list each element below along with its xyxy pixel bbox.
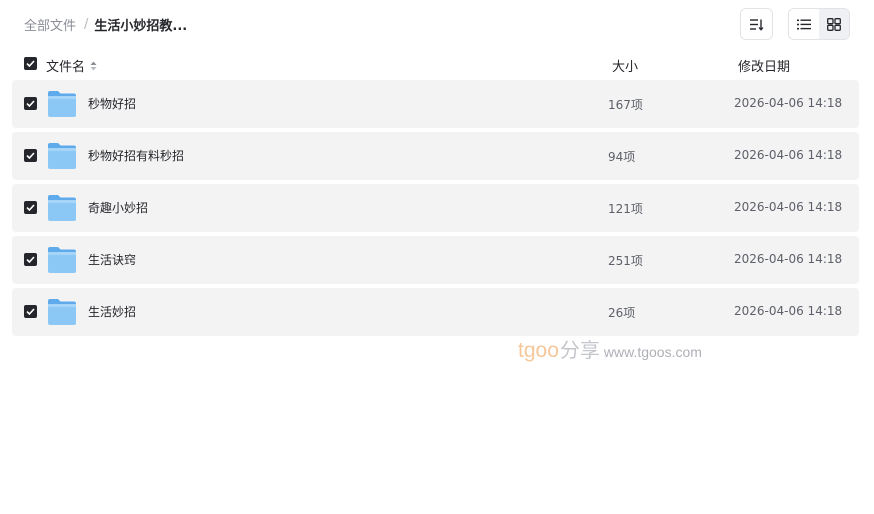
file-size: 251项	[608, 254, 643, 268]
watermark: tgoo 分享 www.tgoos.com	[518, 334, 702, 363]
list-view-icon	[797, 19, 811, 29]
checkmark-icon	[26, 204, 35, 211]
name-column-header[interactable]: 文件名	[46, 56, 97, 75]
file-date: 2026-04-06 14:18	[734, 304, 843, 318]
file-date: 2026-04-06 14:18	[734, 148, 843, 162]
watermark-url: www.tgoos.com	[603, 344, 702, 360]
breadcrumb: 全部文件 / 生活小妙招教...	[24, 14, 187, 34]
table-header: 文件名 大小 修改日期	[0, 50, 874, 78]
folder-icon	[48, 143, 76, 169]
checkmark-icon	[26, 256, 35, 263]
file-date: 2026-04-06 14:18	[734, 252, 843, 266]
grid-view-button[interactable]	[819, 9, 849, 39]
row-checkbox[interactable]	[24, 253, 37, 266]
folder-icon	[48, 299, 76, 325]
folder-icon	[48, 91, 76, 117]
list-view-button[interactable]	[789, 9, 819, 39]
file-name[interactable]: 生活妙招	[88, 303, 136, 320]
sort-toggle-icon[interactable]	[90, 61, 97, 71]
checkmark-icon	[26, 100, 35, 107]
file-row[interactable]: 生活妙招 26项 2026-04-06 14:18	[12, 288, 859, 336]
file-row[interactable]: 秒物好招 167项 2026-04-06 14:18	[12, 80, 859, 128]
row-checkbox[interactable]	[24, 149, 37, 162]
folder-icon	[48, 247, 76, 273]
top-bar: 全部文件 / 生活小妙招教...	[0, 0, 874, 48]
checkmark-icon	[26, 60, 35, 67]
file-size: 167项	[608, 98, 643, 112]
checkmark-icon	[26, 308, 35, 315]
breadcrumb-root-link[interactable]: 全部文件	[24, 15, 76, 34]
row-checkbox[interactable]	[24, 305, 37, 318]
file-name[interactable]: 生活诀窍	[88, 251, 136, 268]
view-mode-toggle	[788, 8, 850, 40]
folder-icon	[48, 195, 76, 221]
row-checkbox[interactable]	[24, 97, 37, 110]
file-size: 94项	[608, 150, 636, 164]
file-size: 26项	[608, 306, 636, 320]
sort-descending-icon	[750, 18, 764, 31]
file-name[interactable]: 秒物好招	[88, 95, 136, 112]
select-all-checkbox[interactable]	[24, 57, 37, 70]
file-size: 121项	[608, 202, 643, 216]
file-row[interactable]: 秒物好招有料秒招 94项 2026-04-06 14:18	[12, 132, 859, 180]
file-date: 2026-04-06 14:18	[734, 96, 843, 110]
checkmark-icon	[26, 152, 35, 159]
name-column-label: 文件名	[46, 60, 86, 75]
file-list: 秒物好招 167项 2026-04-06 14:18 秒物好招有料秒招 94项 …	[12, 80, 859, 340]
sort-button[interactable]	[740, 8, 773, 40]
grid-view-icon	[827, 17, 841, 31]
file-row[interactable]: 奇趣小妙招 121项 2026-04-06 14:18	[12, 184, 859, 232]
breadcrumb-current: 生活小妙招教...	[94, 18, 188, 34]
file-row[interactable]: 生活诀窍 251项 2026-04-06 14:18	[12, 236, 859, 284]
watermark-brand: tgoo	[518, 339, 559, 362]
row-checkbox[interactable]	[24, 201, 37, 214]
file-name[interactable]: 秒物好招有料秒招	[88, 147, 184, 164]
file-date: 2026-04-06 14:18	[734, 200, 843, 214]
watermark-share: 分享	[559, 338, 600, 362]
file-name[interactable]: 奇趣小妙招	[88, 199, 148, 216]
size-column-header[interactable]: 大小	[612, 56, 638, 75]
date-column-header[interactable]: 修改日期	[738, 56, 790, 75]
breadcrumb-separator: /	[84, 16, 89, 32]
